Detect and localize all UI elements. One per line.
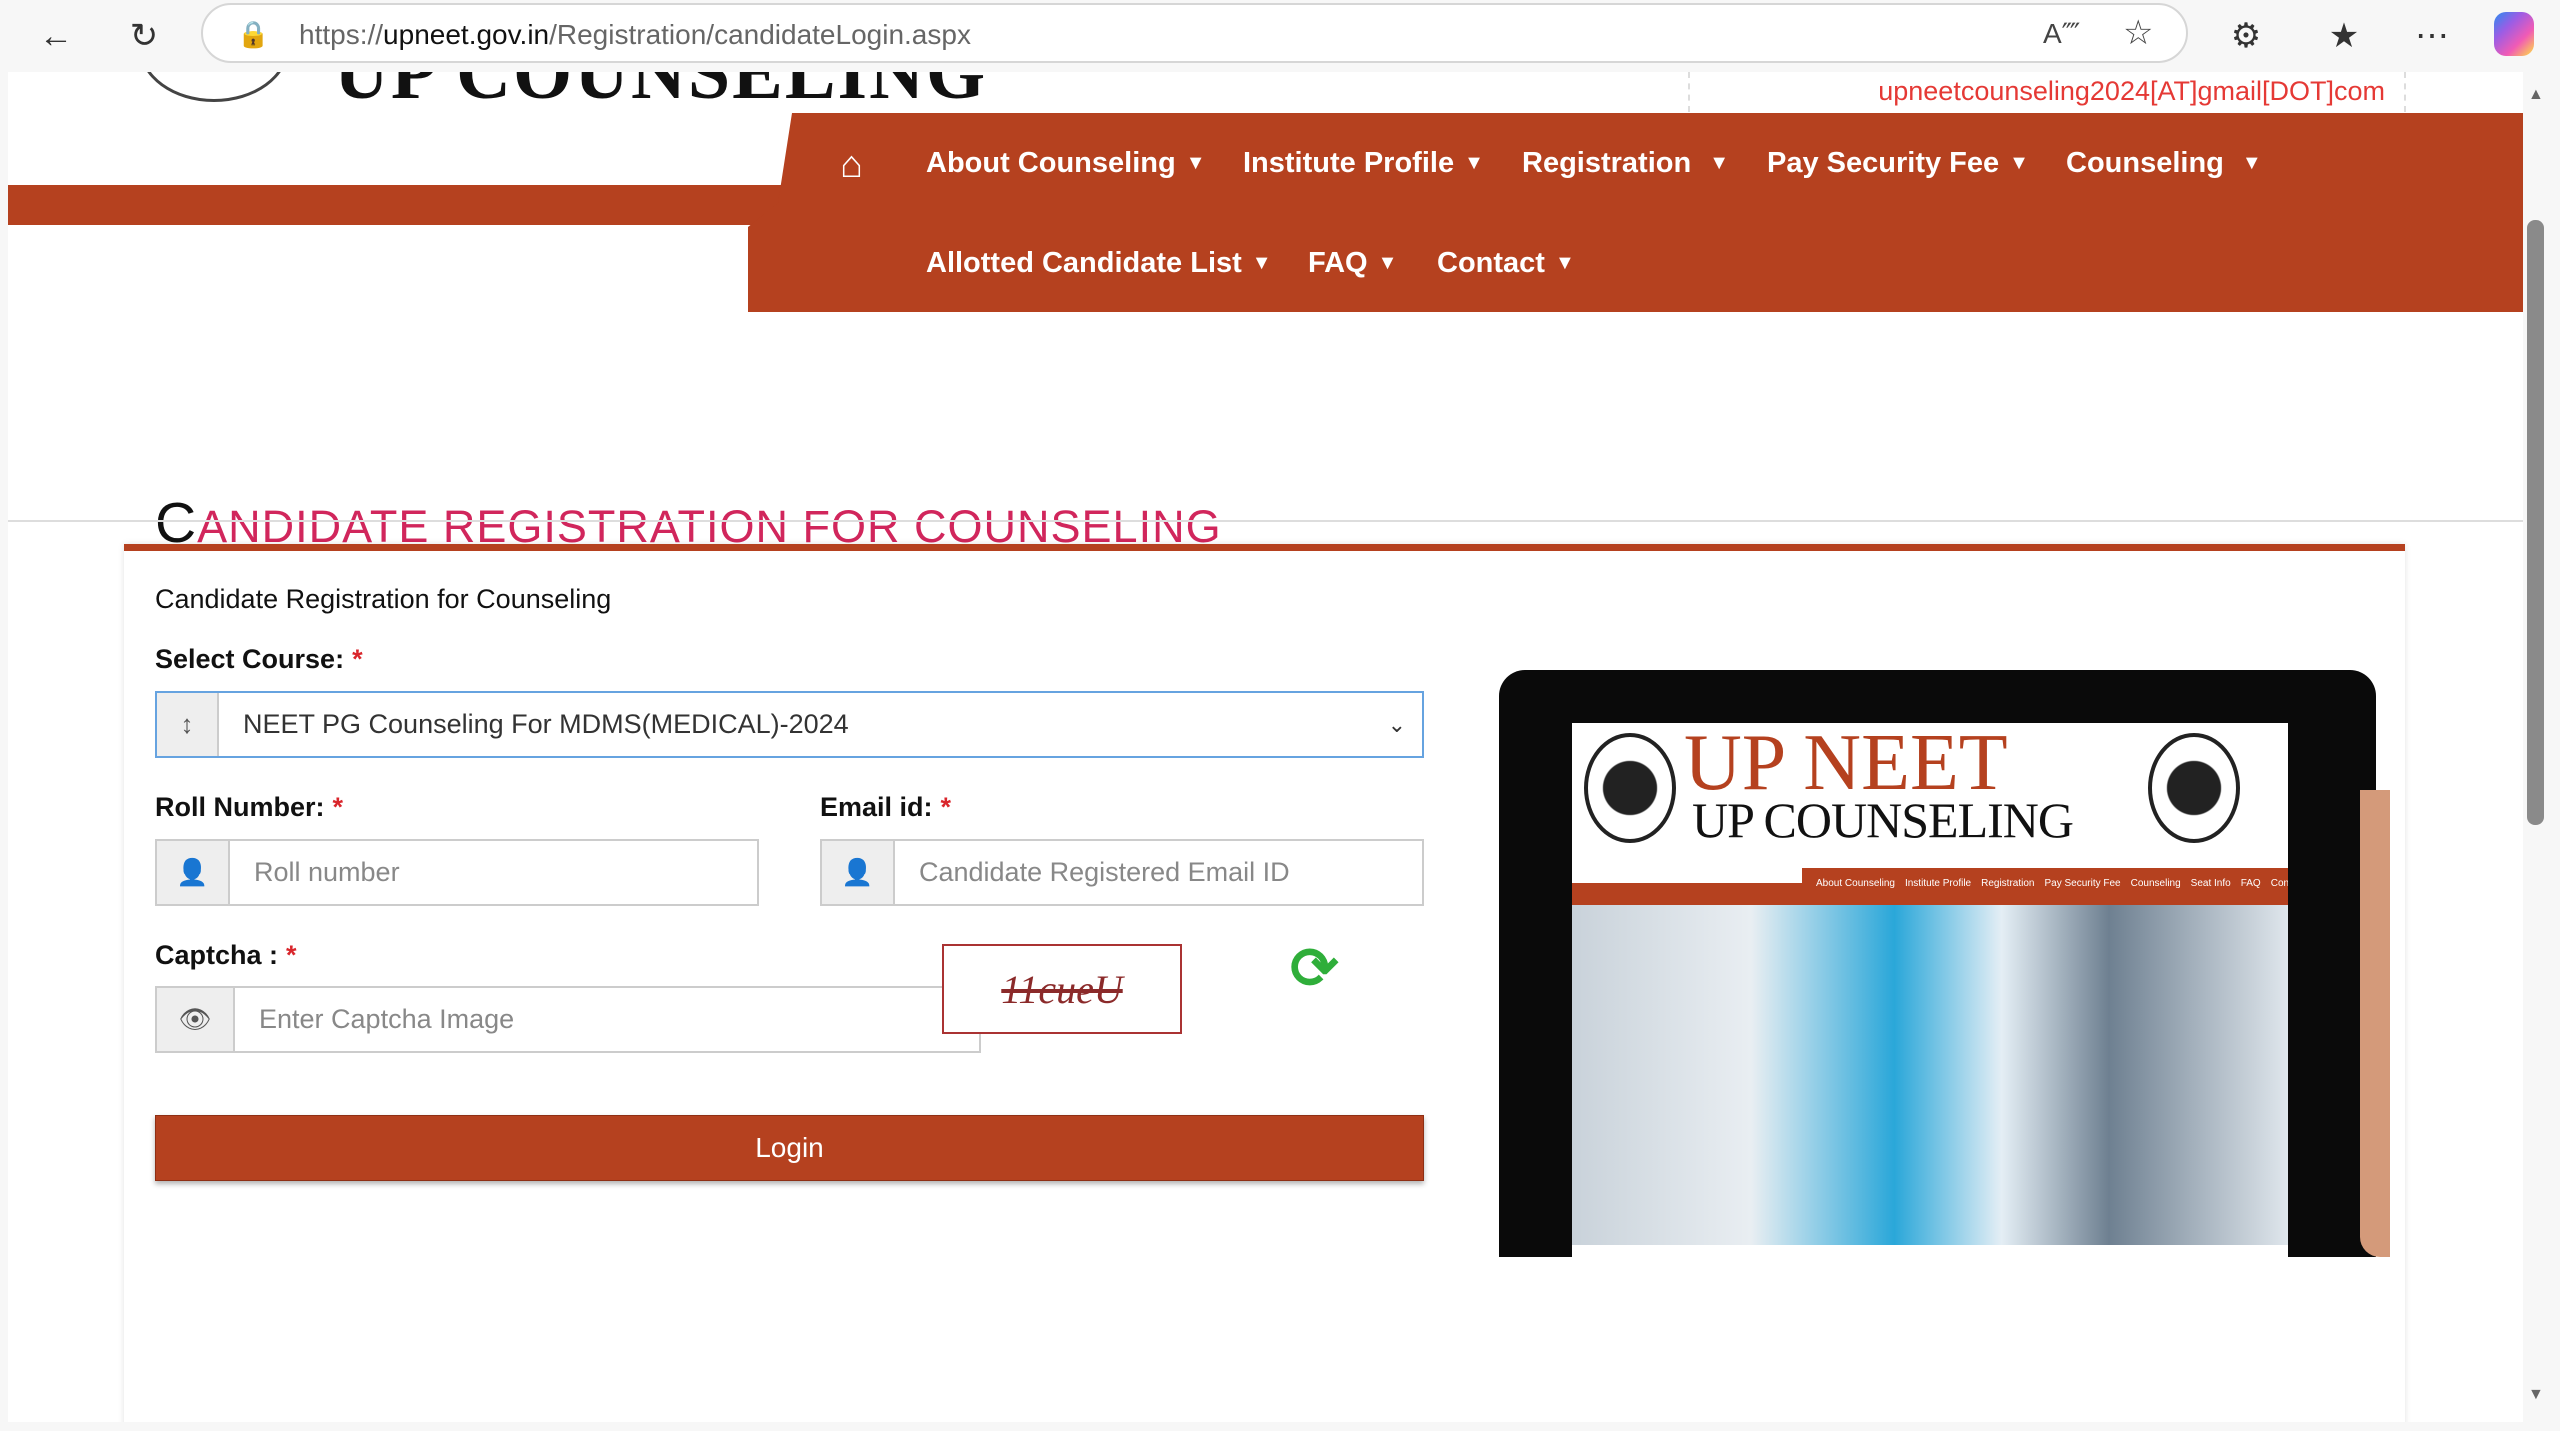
roll-label: Roll Number: * [155,792,344,822]
user-icon: 👤 [157,841,230,904]
seal-icon [1584,733,1676,843]
refresh-captcha-icon[interactable]: ⟳ [1290,934,1339,1002]
banner-screen: UP NEET UP COUNSELING About Counseling In… [1572,723,2288,1257]
back-icon[interactable]: ← [34,14,78,58]
nav-faq[interactable]: FAQ ▼ [1308,247,1397,280]
nav-bar-left [8,185,808,225]
login-button[interactable]: Login [155,1115,1424,1181]
favorite-star-icon[interactable]: ☆ [2123,13,2153,53]
divider [8,520,2523,522]
scrollbar-thumb[interactable] [2527,220,2544,825]
scroll-down-icon[interactable]: ▼ [2528,1386,2544,1404]
page-content: UP COUNSELING upneetcounseling2024[AT]gm… [8,72,2523,1422]
banner-tablet-image: UP NEET UP COUNSELING About Counseling In… [1499,670,2390,1257]
nav-institute-profile[interactable]: Institute Profile ▼ [1243,147,1484,180]
user-icon: 👤 [822,841,895,904]
course-label: Select Course: * [155,644,363,674]
more-icon[interactable]: ⋯ [2410,14,2454,58]
email-input[interactable] [895,841,1422,904]
captcha-group: 👁 [155,986,981,1053]
captcha-label: Captcha : * [155,940,297,970]
divider [1688,72,1690,112]
lock-icon[interactable]: 🔒 [237,19,269,50]
nav-counseling[interactable]: Counseling ▼ [2066,147,2262,180]
email-label: Email id: * [820,792,952,822]
banner-nav-items: About Counseling Institute Profile Registr… [1802,868,2288,898]
refresh-icon[interactable]: ↻ [122,14,166,58]
scroll-up-icon[interactable]: ▲ [2528,86,2544,104]
contact-email-link[interactable]: upneetcounseling2024[AT]gmail[DOT]com [1878,76,2385,107]
url-text: https://upneet.gov.in/Registration/candi… [299,19,971,50]
divider [2404,72,2406,112]
form-subtitle: Candidate Registration for Counseling [155,584,612,614]
eye-icon: 👁 [157,988,235,1051]
extensions-icon[interactable]: ⚙ [2224,14,2268,58]
nav-bar [748,113,2523,312]
copilot-icon[interactable] [2494,12,2534,56]
chevron-down-icon: ⌄ [1387,711,1406,737]
roll-number-group: 👤 [155,839,759,906]
nav-pay-security-fee[interactable]: Pay Security Fee ▼ [1767,147,2029,180]
email-group: 👤 [820,839,1424,906]
captcha-input[interactable] [235,988,979,1051]
doctors-photo [1572,905,2288,1245]
course-select[interactable]: ↕ NEET PG Counseling For MDMS(MEDICAL)-2… [155,691,1424,758]
captcha-image: 11cueU [942,944,1182,1034]
sort-icon: ↕ [157,693,219,756]
home-icon[interactable]: ⌂ [840,144,863,187]
banner-subtitle: UP COUNSELING [1692,792,2074,848]
logo-text: UP COUNSELING [334,72,988,115]
seal-icon [2148,733,2240,843]
nav-allotted-candidate-list[interactable]: Allotted Candidate List ▼ [926,247,1272,280]
read-aloud-icon[interactable]: A⁗ [2043,17,2080,50]
course-select-value[interactable]: NEET PG Counseling For MDMS(MEDICAL)-202… [219,693,1422,756]
nav-contact[interactable]: Contact ▼ [1437,247,1575,280]
address-bar[interactable]: 🔒 https://upneet.gov.in/Registration/can… [201,3,2188,63]
roll-number-input[interactable] [230,841,757,904]
nav-about-counseling[interactable]: About Counseling ▼ [926,147,1205,180]
favorites-icon[interactable]: ★ [2322,14,2366,58]
nav-registration[interactable]: Registration ▼ [1522,147,1729,180]
logo-seal-icon [139,72,289,102]
hand-image [2360,790,2390,1257]
